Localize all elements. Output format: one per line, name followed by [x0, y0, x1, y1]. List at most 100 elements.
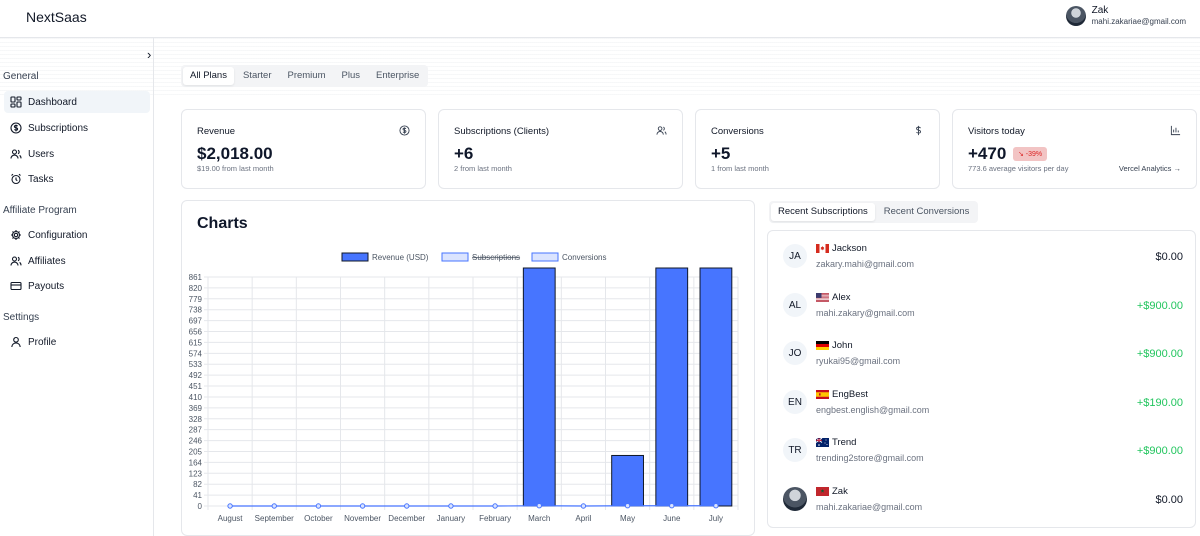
card-title: Conversions [711, 126, 764, 137]
y-tick-label: 738 [189, 306, 203, 315]
card-value: +470 [968, 144, 1007, 163]
avatar[interactable] [1065, 6, 1086, 26]
y-tick-label: 615 [189, 338, 203, 347]
card-subtext: 2 from last month [454, 164, 512, 173]
subscriber-name: Jackson [832, 243, 867, 254]
tab-all-plans[interactable]: All Plans [183, 67, 234, 85]
y-tick-label: 82 [193, 480, 202, 489]
avatar: AL [783, 293, 807, 317]
subscriber-email: mahi.zakary@gmail.com [816, 308, 915, 318]
sidebar-item-users[interactable]: Users [4, 143, 150, 165]
flag-morocco-icon [816, 487, 829, 496]
list-item[interactable]: EN EngBest engbest.english@gmail.com +$1… [783, 389, 1183, 430]
subscription-amount: +$900.00 [1136, 300, 1183, 312]
conversions-point [492, 503, 498, 509]
tab-starter[interactable]: Starter [236, 67, 279, 85]
user-menu[interactable]: Zak mahi.zakariae@gmail.com [1065, 5, 1186, 27]
legend-label: Conversions [562, 253, 606, 262]
x-tick-label: May [620, 514, 635, 523]
subscriber-name: Zak [832, 486, 848, 497]
x-tick-label: March [528, 514, 550, 523]
avatar: JA [783, 244, 807, 268]
plan-tabs: All Plans Starter Premium Plus Enterpris… [181, 65, 429, 87]
dashboard-icon [10, 96, 22, 108]
conversions-point [315, 503, 322, 509]
subscriber-email: ryukai95@gmail.com [816, 356, 901, 366]
legend-label: Revenue (USD) [372, 253, 429, 262]
y-tick-label: 533 [189, 360, 203, 369]
y-tick-label: 820 [189, 284, 203, 293]
y-tick-label: 697 [189, 317, 203, 326]
y-tick-label: 246 [189, 437, 203, 446]
list-item[interactable]: AL Alex mahi.zakary@gmail.com +$900.00 [783, 292, 1183, 333]
sidebar-item-tasks[interactable]: Tasks [4, 168, 150, 190]
sidebar-item-label: Dashboard [28, 96, 77, 108]
x-tick-label: June [663, 514, 681, 523]
tab-premium[interactable]: Premium [280, 67, 332, 85]
x-tick-label: November [344, 514, 381, 523]
tab-enterprise[interactable]: Enterprise [369, 67, 426, 85]
subscriber-email: engbest.english@gmail.com [816, 405, 930, 415]
legend-swatch [441, 252, 469, 262]
y-tick-label: 574 [189, 349, 203, 358]
list-item[interactable]: JA Jackson zakary.mahi@gmail.com $0.00 [783, 243, 1183, 284]
y-tick-label: 123 [189, 469, 203, 478]
sidebar-item-dashboard[interactable]: Dashboard [4, 91, 150, 113]
subscriber-email: mahi.zakariae@gmail.com [816, 502, 923, 512]
sidebar-item-profile[interactable]: Profile [4, 331, 150, 353]
subscriber-name: EngBest [832, 389, 868, 400]
user-name: Zak [1091, 5, 1109, 16]
y-tick-label: 287 [189, 426, 203, 435]
conversions-point [669, 503, 675, 509]
list-item[interactable]: TR Trend trending2store@gmail.com +$900.… [783, 437, 1183, 478]
tab-recent-conversions[interactable]: Recent Conversions [877, 203, 977, 221]
x-tick-label: September [255, 514, 294, 523]
y-tick-label: 451 [189, 382, 203, 391]
list-item[interactable]: Zak mahi.zakariae@gmail.com $0.00 [783, 486, 1183, 527]
app-title[interactable]: NextSaas [26, 9, 87, 25]
tab-recent-subscriptions[interactable]: Recent Subscriptions [771, 203, 875, 221]
y-tick-label: 328 [189, 415, 203, 424]
charts-title: Charts [197, 215, 248, 232]
card-title: Visitors today [968, 126, 1025, 137]
card-subtext: 773.6 average visitors per day [968, 164, 1069, 173]
list-item[interactable]: JO John ryukai95@gmail.com +$900.00 [783, 340, 1183, 381]
sidebar-item-payouts[interactable]: Payouts [4, 275, 150, 297]
sidebar-section-settings: Settings [3, 312, 40, 323]
avatar [783, 487, 807, 511]
charts-card: Charts 861 820 779 738 697 656 615 574 533 492 451… [181, 200, 755, 536]
flag-spain-icon [816, 390, 829, 399]
sidebar-item-label: Subscriptions [28, 122, 89, 134]
sidebar-item-label: Profile [28, 336, 57, 348]
y-tick-label: 0 [198, 502, 203, 511]
conversions-point [359, 503, 366, 509]
sidebar-item-subscriptions[interactable]: Subscriptions [4, 117, 150, 139]
card-value: +6 [454, 144, 474, 163]
card-title: Subscriptions (Clients) [454, 126, 550, 137]
sidebar-item-configuration[interactable]: Configuration [4, 224, 150, 246]
bar-july [699, 267, 733, 507]
sidebar-item-label: Users [28, 148, 55, 160]
x-tick-label: December [388, 514, 425, 523]
card-value: $2,018.00 [197, 144, 273, 163]
flag-canada-icon [816, 244, 829, 253]
conversions-point [713, 503, 719, 509]
chevron-right-icon[interactable]: › [147, 47, 151, 62]
y-tick-label: 410 [189, 393, 203, 402]
card-subtext: 1 from last month [711, 164, 769, 173]
sidebar-item-affiliates[interactable]: Affiliates [4, 250, 150, 272]
legend-swatch [531, 252, 559, 262]
card-value: +5 [711, 144, 731, 163]
users-icon [10, 149, 22, 159]
flag-australia-icon [816, 438, 829, 447]
avatar: EN [783, 390, 807, 414]
subscriber-email: zakary.mahi@gmail.com [816, 259, 914, 269]
alarm-clock-icon [11, 173, 21, 185]
sidebar-item-label: Tasks [28, 173, 54, 185]
vercel-analytics-link[interactable]: Vercel Analytics → [1119, 164, 1181, 173]
subscriber-name: John [832, 340, 853, 351]
x-tick-label: July [709, 514, 723, 523]
trend-badge: ↘ -39% [1013, 147, 1048, 161]
tab-plus[interactable]: Plus [335, 67, 367, 85]
y-tick-label: 492 [189, 371, 203, 380]
